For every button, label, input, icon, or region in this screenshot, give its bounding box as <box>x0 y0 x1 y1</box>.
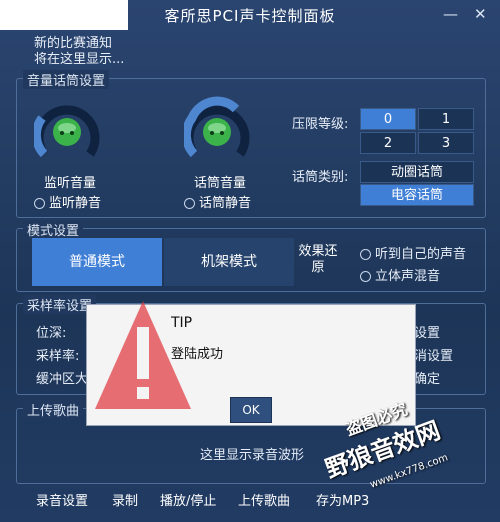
cancel-setting-button[interactable]: 消设置 <box>414 345 453 364</box>
waveform-placeholder: 这里显示录音波形 <box>200 448 305 463</box>
control-panel-window: 客所思PCI声卡控制面板 — ✕ 新的比赛通知 将在这里显示... 音量话筒设置… <box>0 0 500 522</box>
monitor-volume-label: 监听音量 <box>44 176 97 191</box>
save-mp3-button[interactable]: 存为MP3 <box>316 490 369 509</box>
monitor-mute-radio[interactable] <box>34 198 45 209</box>
stereo-mix-radio[interactable] <box>360 271 371 282</box>
mic-volume-label: 话筒音量 <box>194 176 247 191</box>
limit-level-grid: 0 1 2 3 <box>360 108 474 154</box>
title-bar: 客所思PCI声卡控制面板 — ✕ <box>0 0 500 30</box>
volume-group-title: 音量话筒设置 <box>23 70 110 89</box>
hear-self-option[interactable]: 听到自己的声音 <box>360 243 466 262</box>
monitor-volume-knob[interactable] <box>34 96 100 162</box>
monitor-mute-label: 监听静音 <box>49 196 102 211</box>
mic-mute-option[interactable]: 话筒静音 <box>184 192 251 211</box>
limit-level-3[interactable]: 3 <box>418 132 474 154</box>
limit-level-label: 压限等级: <box>292 117 349 132</box>
mode-group-title: 模式设置 <box>23 220 84 239</box>
mic-type-label: 话筒类别: <box>292 170 349 185</box>
limit-level-1[interactable]: 1 <box>418 108 474 130</box>
notice-line-2: 将在这里显示... <box>34 52 125 67</box>
limit-level-0[interactable]: 0 <box>360 108 416 130</box>
upload-group-title: 上传歌曲 <box>23 400 84 419</box>
rack-mode-button[interactable]: 机架模式 <box>164 238 294 286</box>
mic-mute-radio[interactable] <box>184 198 195 209</box>
set-button[interactable]: 设置 <box>414 322 440 341</box>
ok-button[interactable]: OK <box>230 397 272 423</box>
upload-song-button[interactable]: 上传歌曲 <box>238 490 290 509</box>
buffer-label: 缓冲区大 <box>36 372 89 387</box>
mic-mute-label: 话筒静音 <box>199 196 252 211</box>
play-stop-button[interactable]: 播放/停止 <box>160 490 216 509</box>
bit-depth-label: 位深: <box>36 326 67 341</box>
minimize-button[interactable]: — <box>443 5 458 23</box>
hear-self-label: 听到自己的声音 <box>375 247 467 262</box>
monitor-mute-option[interactable]: 监听静音 <box>34 192 101 211</box>
mic-volume-knob[interactable] <box>184 96 250 162</box>
mic-type-condenser[interactable]: 电容话筒 <box>360 184 474 206</box>
notice: 新的比赛通知 将在这里显示... <box>34 36 124 68</box>
normal-mode-button[interactable]: 普通模式 <box>32 238 162 286</box>
notice-line-1: 新的比赛通知 <box>34 36 113 51</box>
stereo-mix-option[interactable]: 立体声混音 <box>360 265 440 284</box>
stereo-mix-label: 立体声混音 <box>375 269 441 284</box>
confirm-button[interactable]: 确定 <box>414 368 440 387</box>
limit-level-2[interactable]: 2 <box>360 132 416 154</box>
record-button[interactable]: 录制 <box>112 490 138 509</box>
window-title: 客所思PCI声卡控制面板 <box>164 7 336 25</box>
close-button[interactable]: ✕ <box>474 5 487 23</box>
mic-type-dynamic[interactable]: 动圈话筒 <box>360 161 474 183</box>
dialog-message: 登陆成功 <box>171 347 224 362</box>
effect-restore-button[interactable]: 效果还原 <box>298 244 338 276</box>
dialog-title: TIP <box>171 315 193 331</box>
record-settings-button[interactable]: 录音设置 <box>36 490 88 509</box>
hear-self-radio[interactable] <box>360 249 371 260</box>
sample-rate-label: 采样率: <box>36 349 80 364</box>
